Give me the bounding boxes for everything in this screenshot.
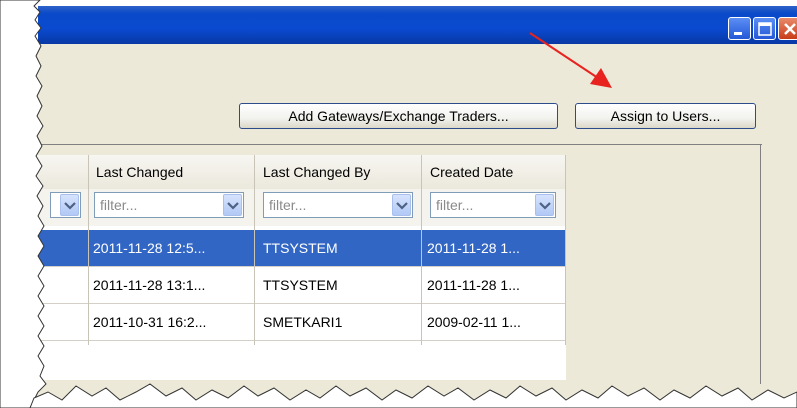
application-window: Add Gateways/Exchange Traders... Assign … [0,0,797,408]
torn-edge-decoration [0,0,797,408]
